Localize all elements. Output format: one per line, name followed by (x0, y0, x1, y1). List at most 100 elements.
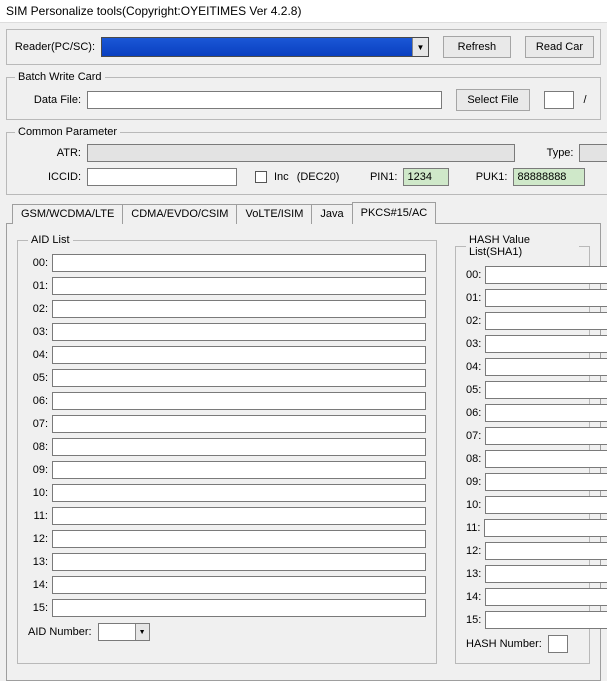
hash-index-label: 05: (466, 384, 481, 396)
hash-row: 05: (466, 381, 579, 399)
aid-input-6[interactable] (52, 392, 426, 410)
aid-input-8[interactable] (52, 438, 426, 456)
hash-row: 06: (466, 404, 579, 422)
reader-dropdown[interactable]: ▼ (101, 37, 429, 57)
hash-input-15[interactable] (485, 611, 607, 629)
hash-input-11[interactable] (484, 519, 607, 537)
aid-index-label: 01: (28, 280, 48, 292)
hash-row: 03: (466, 335, 579, 353)
aid-index-label: 15: (28, 602, 48, 614)
aid-input-15[interactable] (52, 599, 426, 617)
aid-row: 15: (28, 599, 426, 617)
aid-input-12[interactable] (52, 530, 426, 548)
aid-index-label: 11: (28, 510, 48, 522)
hash-index-label: 15: (466, 614, 481, 626)
hash-input-7[interactable] (485, 427, 607, 445)
dec20-label: (DEC20) (297, 171, 340, 183)
hash-row: 02: (466, 312, 579, 330)
aid-index-label: 06: (28, 395, 48, 407)
common-legend: Common Parameter (15, 126, 120, 138)
hash-input-12[interactable] (485, 542, 607, 560)
aid-row: 07: (28, 415, 426, 433)
hash-input-5[interactable] (485, 381, 607, 399)
tab-gsm[interactable]: GSM/WCDMA/LTE (12, 204, 123, 224)
hash-input-0[interactable] (485, 266, 607, 284)
hash-input-10[interactable] (485, 496, 607, 514)
tab-cdma[interactable]: CDMA/EVDO/CSIM (122, 204, 237, 224)
iccid-label: ICCID: (15, 171, 83, 183)
hash-input-2[interactable] (485, 312, 607, 330)
aid-input-7[interactable] (52, 415, 426, 433)
hash-index-label: 01: (466, 292, 481, 304)
iccid-input[interactable] (87, 168, 237, 186)
tab-volte[interactable]: VoLTE/ISIM (236, 204, 312, 224)
aid-row: 08: (28, 438, 426, 456)
hash-index-label: 07: (466, 430, 481, 442)
aid-input-5[interactable] (52, 369, 426, 387)
tab-pkcs15[interactable]: PKCS#15/AC (352, 202, 437, 224)
tab-java[interactable]: Java (311, 204, 352, 224)
hash-index-label: 14: (466, 591, 481, 603)
type-label: Type: (529, 147, 575, 159)
aid-row: 01: (28, 277, 426, 295)
aid-input-9[interactable] (52, 461, 426, 479)
aid-row: 02: (28, 300, 426, 318)
aid-index-label: 13: (28, 556, 48, 568)
hash-row: 01: (466, 289, 579, 307)
aid-input-10[interactable] (52, 484, 426, 502)
data-file-input[interactable] (87, 91, 442, 109)
hash-input-13[interactable] (485, 565, 607, 583)
aid-row: 11: (28, 507, 426, 525)
atr-value (87, 144, 515, 162)
hash-input-3[interactable] (485, 335, 607, 353)
refresh-button[interactable]: Refresh (443, 36, 511, 58)
pin1-input[interactable] (403, 168, 449, 186)
aid-row: 05: (28, 369, 426, 387)
batch-write-card-group: Batch Write Card Data File: Select File … (6, 71, 601, 120)
hash-number-dropdown[interactable] (548, 635, 568, 653)
chevron-down-icon[interactable]: ▼ (412, 38, 428, 56)
hash-index-label: 08: (466, 453, 481, 465)
reader-label: Reader(PC/SC): (13, 41, 97, 53)
hash-index-label: 02: (466, 315, 481, 327)
chevron-down-icon[interactable]: ▼ (135, 624, 149, 640)
hash-input-6[interactable] (485, 404, 607, 422)
select-file-button[interactable]: Select File (456, 89, 530, 111)
aid-input-0[interactable] (52, 254, 426, 272)
hash-input-9[interactable] (485, 473, 607, 491)
hash-index-label: 10: (466, 499, 481, 511)
aid-input-14[interactable] (52, 576, 426, 594)
hash-input-4[interactable] (485, 358, 607, 376)
hash-index-label: 00: (466, 269, 481, 281)
aid-input-1[interactable] (52, 277, 426, 295)
hash-row: 08: (466, 450, 579, 468)
aid-input-4[interactable] (52, 346, 426, 364)
aid-index-label: 10: (28, 487, 48, 499)
read-card-button[interactable]: Read Car (525, 36, 594, 58)
batch-index-a[interactable] (544, 91, 574, 109)
hash-index-label: 13: (466, 568, 481, 580)
aid-number-dropdown[interactable]: ▼ (98, 623, 150, 641)
aid-row: 09: (28, 461, 426, 479)
inc-checkbox[interactable] (255, 171, 267, 183)
slash-label: / (578, 94, 592, 106)
aid-row: 13: (28, 553, 426, 571)
hash-input-1[interactable] (485, 289, 607, 307)
aid-index-label: 04: (28, 349, 48, 361)
aid-input-11[interactable] (52, 507, 426, 525)
hash-index-label: 06: (466, 407, 481, 419)
hash-input-14[interactable] (485, 588, 607, 606)
aid-input-13[interactable] (52, 553, 426, 571)
hash-index-label: 04: (466, 361, 481, 373)
aid-input-2[interactable] (52, 300, 426, 318)
hash-row: 13: (466, 565, 579, 583)
aid-list-group: AID List 00:01:02:03:04:05:06:07:08:09:1… (17, 234, 437, 664)
hash-index-label: 03: (466, 338, 481, 350)
hash-input-8[interactable] (485, 450, 607, 468)
puk1-input[interactable] (513, 168, 585, 186)
aid-row: 04: (28, 346, 426, 364)
atr-label: ATR: (15, 147, 83, 159)
aid-input-3[interactable] (52, 323, 426, 341)
aid-index-label: 07: (28, 418, 48, 430)
batch-legend: Batch Write Card (15, 71, 105, 83)
